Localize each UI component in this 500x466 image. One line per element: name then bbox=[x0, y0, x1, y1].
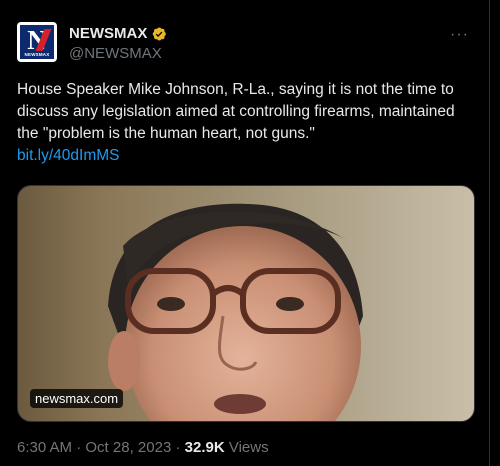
verified-badge-icon[interactable] bbox=[151, 26, 167, 42]
name-row: NEWSMAX bbox=[69, 25, 167, 42]
meta-separator: · bbox=[175, 439, 181, 456]
account-handle[interactable]: @NEWSMAX bbox=[69, 45, 162, 62]
tweet-link[interactable]: bit.ly/40dImMS bbox=[17, 145, 479, 167]
display-name[interactable]: NEWSMAX bbox=[69, 25, 147, 42]
avatar-wordmark: NEWSMAX bbox=[24, 52, 50, 57]
tweet: N NEWSMAX NEWSMAX @NEWSMAX ··· House Spe… bbox=[0, 0, 490, 466]
tweet-date[interactable]: Oct 28, 2023 bbox=[85, 439, 171, 456]
avatar-logo-tile: N NEWSMAX bbox=[20, 25, 54, 59]
media-photo bbox=[108, 203, 363, 421]
views-count[interactable]: 32.9K bbox=[185, 439, 225, 456]
tweet-time[interactable]: 6:30 AM bbox=[17, 439, 72, 456]
tweet-text: House Speaker Mike Johnson, R-La., sayin… bbox=[17, 79, 479, 167]
media-card[interactable] bbox=[17, 185, 475, 422]
meta-separator: · bbox=[76, 439, 82, 456]
link-domain-badge[interactable]: newsmax.com bbox=[30, 389, 124, 408]
views-label: Views bbox=[228, 439, 269, 456]
tweet-body: House Speaker Mike Johnson, R-La., sayin… bbox=[17, 81, 455, 142]
more-horizontal-icon[interactable]: ··· bbox=[450, 26, 469, 44]
tweet-meta: 6:30 AM · Oct 28, 2023 · 32.9K Views bbox=[17, 439, 269, 456]
avatar[interactable]: N NEWSMAX bbox=[17, 22, 57, 62]
